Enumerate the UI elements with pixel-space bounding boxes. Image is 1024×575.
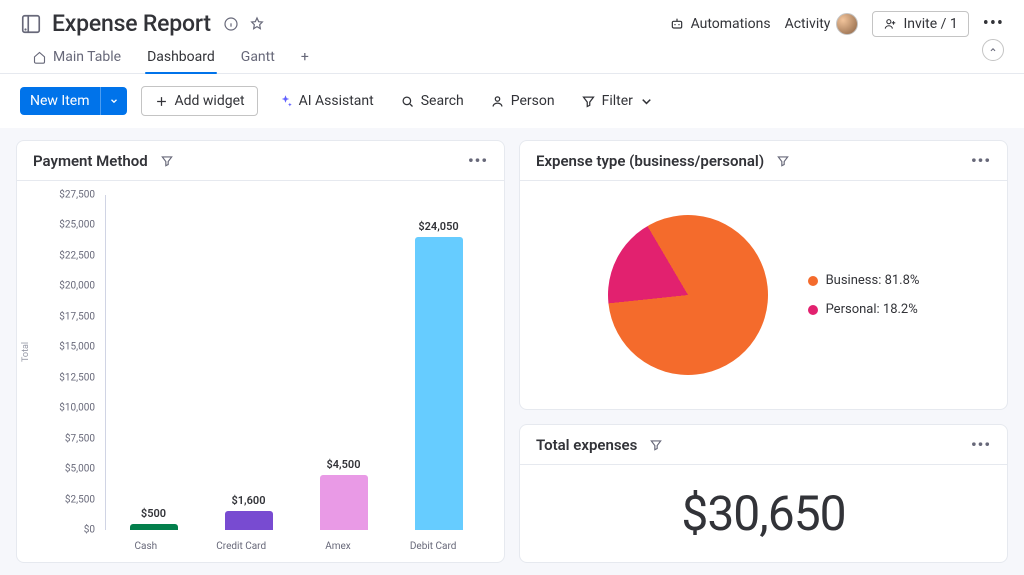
legend-label: Business: 81.8% — [826, 273, 920, 288]
chevron-up-icon — [988, 45, 998, 55]
view-tabs: Main Table Dashboard Gantt + — [0, 37, 1024, 74]
person-filter-button[interactable]: Person — [484, 87, 561, 115]
y-tick-label: $7,500 — [57, 433, 99, 444]
invite-button[interactable]: Invite / 1 — [872, 11, 968, 37]
ai-label: AI Assistant — [299, 93, 374, 109]
bar-value-label: $24,050 — [418, 220, 458, 233]
legend-swatch — [808, 276, 818, 286]
more-menu-button[interactable]: ••• — [983, 13, 1004, 34]
ai-assistant-button[interactable]: AI Assistant — [272, 87, 380, 115]
y-tick-label: $15,000 — [57, 342, 99, 353]
funnel-icon — [581, 94, 596, 109]
board-icon — [20, 13, 42, 35]
plus-icon — [154, 94, 169, 109]
activity-button[interactable]: Activity — [785, 13, 859, 35]
chevron-down-icon — [109, 96, 119, 106]
x-tick-label: Cash — [135, 541, 158, 552]
invite-icon — [883, 17, 897, 31]
filter-label: Filter — [602, 93, 633, 109]
total-expenses-value: $30,650 — [681, 485, 845, 542]
bar-value-label: $500 — [141, 507, 166, 520]
y-tick-label: $2,500 — [57, 494, 99, 505]
invite-label: Invite / 1 — [903, 16, 957, 32]
page-title: Expense Report — [52, 10, 211, 37]
widget-menu-button[interactable]: ••• — [971, 151, 991, 170]
widget-title: Payment Method — [33, 152, 148, 170]
widget-menu-button[interactable]: ••• — [468, 151, 488, 170]
y-axis-label: Total — [21, 341, 31, 361]
robot-icon — [669, 16, 685, 32]
bar[interactable] — [415, 237, 463, 530]
widget-expense-type: Expense type (business/personal) ••• Bus… — [519, 140, 1008, 410]
widget-menu-button[interactable]: ••• — [971, 435, 991, 454]
bar-chart: Total $0$2,500$5,000$7,500$10,000$12,500… — [25, 191, 490, 552]
search-icon — [400, 94, 415, 109]
board-toolbar: New Item Add widget AI Assistant Search … — [0, 74, 1024, 128]
home-icon — [32, 50, 47, 65]
y-tick-label: $25,000 — [57, 220, 99, 231]
widget-payment-method: Payment Method ••• Total $0 $2,500 $5,000 $… — [16, 140, 505, 563]
automations-label: Automations — [691, 16, 771, 32]
bar-value-label: $1,600 — [231, 494, 265, 507]
tab-dashboard[interactable]: Dashboard — [145, 43, 217, 73]
bar-value-label: $4,500 — [326, 458, 360, 471]
tab-gantt[interactable]: Gantt — [239, 43, 277, 73]
y-tick-label: $5,000 — [57, 464, 99, 475]
widget-title: Total expenses — [536, 436, 637, 454]
widget-total-expenses: Total expenses ••• $30,650 — [519, 424, 1008, 563]
y-tick-label: $17,500 — [57, 311, 99, 322]
add-view-label: + — [301, 49, 309, 65]
y-tick-label: $27,500 — [57, 190, 99, 201]
y-tick-label: $20,000 — [57, 281, 99, 292]
pie-chart — [600, 207, 776, 383]
bar[interactable] — [225, 511, 273, 530]
new-item-dropdown[interactable] — [100, 87, 127, 115]
tab-label: Dashboard — [147, 49, 215, 65]
sparkle-icon — [278, 94, 293, 109]
activity-label: Activity — [785, 16, 831, 32]
x-tick-label: Credit Card — [216, 541, 266, 552]
y-tick-label: $10,000 — [57, 403, 99, 414]
pie-legend: Business: 81.8% Personal: 18.2% — [808, 273, 920, 317]
star-icon[interactable] — [249, 16, 265, 32]
legend-item: Business: 81.8% — [808, 273, 920, 288]
search-label: Search — [421, 93, 464, 109]
tab-label: Main Table — [53, 49, 121, 65]
new-item-label: New Item — [20, 87, 100, 115]
x-tick-label: Amex — [325, 541, 351, 552]
person-label: Person — [511, 93, 555, 109]
add-widget-label: Add widget — [175, 93, 245, 109]
chevron-down-icon — [639, 94, 654, 109]
search-button[interactable]: Search — [394, 87, 470, 115]
bar[interactable] — [320, 475, 368, 530]
x-tick-label: Debit Card — [410, 541, 457, 552]
y-tick-label: $22,500 — [57, 250, 99, 261]
collapse-header-button[interactable] — [982, 39, 1004, 61]
info-icon[interactable] — [223, 16, 239, 32]
avatar — [836, 13, 858, 35]
add-view-button[interactable]: + — [299, 43, 311, 73]
tab-main-table[interactable]: Main Table — [30, 43, 123, 73]
legend-item: Personal: 18.2% — [808, 302, 920, 317]
dashboard-area: Payment Method ••• Total $0 $2,500 $5,000 $… — [0, 128, 1024, 575]
widget-title: Expense type (business/personal) — [536, 152, 764, 170]
tab-label: Gantt — [241, 49, 275, 65]
legend-label: Personal: 18.2% — [826, 302, 918, 317]
new-item-button[interactable]: New Item — [20, 87, 127, 115]
automations-button[interactable]: Automations — [669, 16, 771, 32]
board-header: Expense Report Automations Activity Invi… — [0, 0, 1024, 37]
legend-swatch — [808, 305, 818, 315]
funnel-icon[interactable] — [160, 154, 174, 168]
person-icon — [490, 94, 505, 109]
funnel-icon[interactable] — [649, 438, 663, 452]
y-tick-label: $12,500 — [57, 372, 99, 383]
add-widget-button[interactable]: Add widget — [141, 86, 258, 116]
funnel-icon[interactable] — [776, 154, 790, 168]
y-tick-label: $0 — [57, 525, 99, 536]
filter-button[interactable]: Filter — [575, 87, 660, 115]
bar[interactable] — [130, 524, 178, 530]
